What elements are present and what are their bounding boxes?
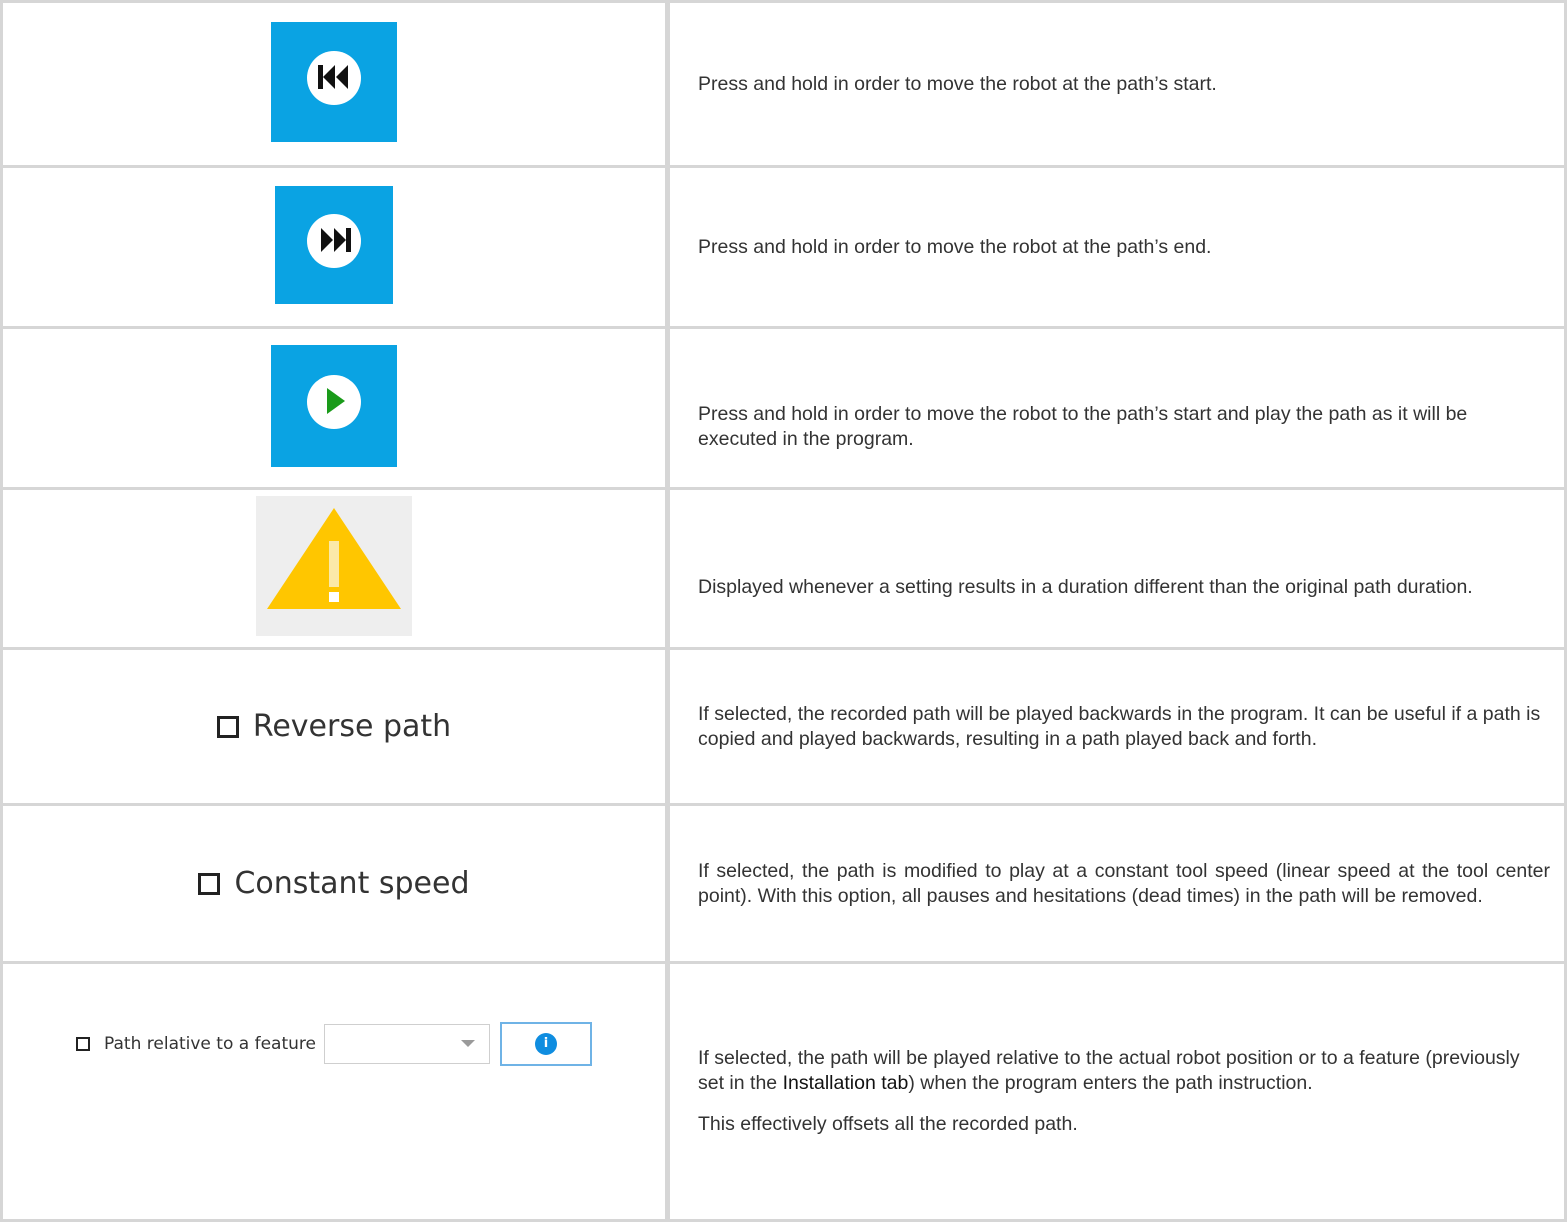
chevron-down-icon xyxy=(460,1040,475,1047)
icon-cell: Path relative to a feature i xyxy=(0,961,670,1222)
warning-icon xyxy=(267,508,401,609)
play-icon xyxy=(327,387,345,414)
warning-indicator xyxy=(256,496,412,636)
description-cell: If selected, the path is modified to pla… xyxy=(666,803,1567,964)
description-cell: Press and hold in order to move the robo… xyxy=(666,0,1567,168)
table-row: Press and hold in order to move the robo… xyxy=(0,165,1567,329)
skip-forward-icon xyxy=(321,227,351,252)
info-icon: i xyxy=(534,1033,557,1055)
reverse-path-checkbox[interactable] xyxy=(216,715,239,738)
installation-tab-reference: Installation tab xyxy=(782,1072,909,1094)
skip-back-icon xyxy=(318,64,348,89)
skip-to-start-button[interactable] xyxy=(271,21,397,142)
reverse-path-label: Reverse path xyxy=(252,709,452,744)
description-cell: Press and hold in order to move the robo… xyxy=(666,165,1567,329)
constant-speed-label: Constant speed xyxy=(234,866,470,901)
description-cell: Displayed whenever a setting results in … xyxy=(666,487,1567,650)
description-cell: If selected, the path will be played rel… xyxy=(666,961,1567,1222)
constant-speed-option[interactable]: Constant speed xyxy=(198,866,470,901)
table-row: Displayed whenever a setting results in … xyxy=(0,487,1567,650)
path-relative-option: Path relative to a feature i xyxy=(76,1022,592,1066)
description-cell: Press and hold in order to move the robo… xyxy=(666,326,1567,490)
row-description: Displayed whenever a setting results in … xyxy=(698,576,1473,598)
icon-cell: Reverse path xyxy=(0,647,670,806)
table-row: Path relative to a feature i If selected… xyxy=(0,961,1567,1222)
icon-cell xyxy=(0,165,670,329)
path-relative-label: Path relative to a feature xyxy=(104,1034,316,1054)
reverse-path-option[interactable]: Reverse path xyxy=(216,709,452,744)
play-path-button[interactable] xyxy=(271,344,397,467)
row-description: If selected, the path is modified to pla… xyxy=(698,859,1550,907)
path-relative-checkbox[interactable] xyxy=(76,1037,91,1051)
table-row: Constant speed If selected, the path is … xyxy=(0,803,1567,964)
description-cell: If selected, the recorded path will be p… xyxy=(666,647,1567,806)
table-row: Press and hold in order to move the robo… xyxy=(0,0,1567,168)
table-row: Reverse path If selected, the recorded p… xyxy=(0,647,1567,806)
info-button[interactable]: i xyxy=(499,1022,592,1066)
icon-cell xyxy=(0,326,670,490)
skip-to-end-button[interactable] xyxy=(275,185,393,304)
row-description-note: This effectively offsets all the recorde… xyxy=(698,1113,1078,1135)
table-row: Press and hold in order to move the robo… xyxy=(0,326,1567,490)
row-description: Press and hold in order to move the robo… xyxy=(698,235,1212,258)
icon-cell xyxy=(0,487,670,650)
row-description: Press and hold in order to move the robo… xyxy=(698,72,1217,95)
row-description: If selected, the path will be played rel… xyxy=(698,1046,1550,1096)
icon-cell xyxy=(0,0,670,168)
feature-table: Press and hold in order to move the robo… xyxy=(0,0,1567,1222)
row-description: If selected, the recorded path will be p… xyxy=(698,702,1541,750)
icon-cell: Constant speed xyxy=(0,803,670,964)
row-description: Press and hold in order to move the robo… xyxy=(698,403,1468,450)
constant-speed-checkbox[interactable] xyxy=(198,872,221,895)
feature-select[interactable] xyxy=(323,1024,490,1064)
description-text-after: ) when the program enters the path instr… xyxy=(908,1072,1313,1094)
